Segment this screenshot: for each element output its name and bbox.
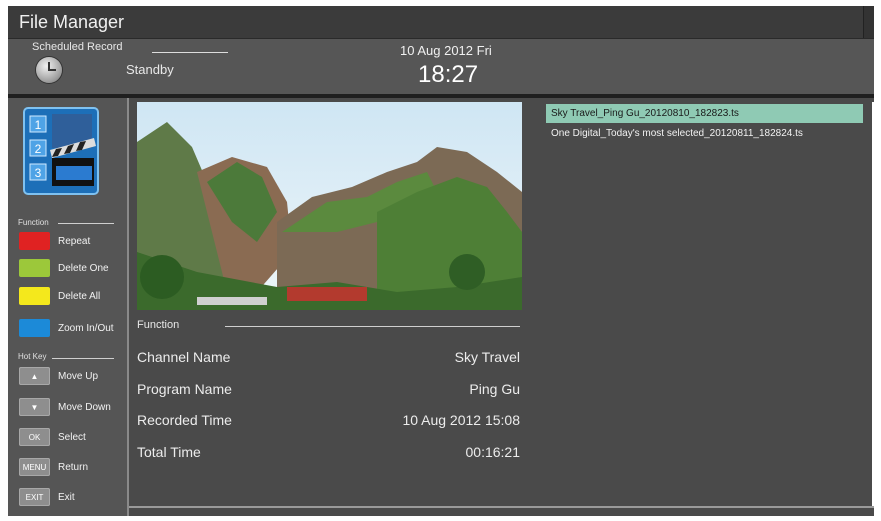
yellow-key-icon (19, 287, 50, 305)
zoom-in-out-button[interactable]: Zoom In/Out (19, 318, 114, 338)
videos-clapper-icon: 1 2 3 (23, 107, 99, 195)
exit-label: Exit (58, 491, 75, 503)
delete-all-button[interactable]: Delete All (19, 286, 100, 306)
svg-text:2: 2 (35, 142, 42, 156)
repeat-label: Repeat (58, 235, 91, 247)
channel-name-value: Sky Travel (454, 349, 520, 365)
details-function-label: Function (137, 319, 180, 331)
title-bar: File Manager (8, 6, 874, 39)
blue-key-icon (19, 319, 50, 337)
move-down-button[interactable]: ▼ Move Down (19, 397, 111, 417)
down-arrow-icon: ▼ (19, 398, 50, 416)
main-panel: Function Channel Name Sky Travel Program… (129, 98, 874, 516)
standby-status: Standby (126, 62, 174, 77)
scheduled-record-label: Scheduled Record (32, 41, 123, 53)
window-title: File Manager (19, 12, 125, 32)
svg-text:3: 3 (35, 166, 42, 180)
select-button[interactable]: OK Select (19, 427, 86, 447)
details-function-divider (225, 326, 520, 327)
recorded-time-key: Recorded Time (137, 412, 232, 428)
current-date: 10 Aug 2012 Fri (400, 43, 492, 58)
file-list: Sky Travel_Ping Gu_20120810_182823.ts On… (546, 104, 863, 506)
file-list-scrollbar[interactable] (872, 102, 874, 508)
program-name-value: Ping Gu (469, 381, 520, 397)
exit-key: EXIT (19, 488, 50, 506)
sidebar: 1 2 3 Function Repeat Delete One Delete … (8, 98, 129, 516)
clock-icon (36, 57, 62, 83)
menu-key: MENU (19, 458, 50, 476)
header-panel: Scheduled Record Standby 10 Aug 2012 Fri… (8, 39, 874, 94)
total-time-key: Total Time (137, 444, 201, 460)
svg-text:1: 1 (35, 118, 42, 132)
move-down-label: Move Down (58, 401, 111, 413)
current-time: 18:27 (418, 61, 479, 88)
up-arrow-icon: ▲ (19, 367, 50, 385)
delete-all-label: Delete All (58, 290, 101, 302)
select-label: Select (58, 431, 86, 443)
red-key-icon (19, 232, 50, 250)
hotkey-section-label: Hot Key (18, 352, 47, 361)
exit-button[interactable]: EXIT Exit (19, 487, 75, 507)
move-up-button[interactable]: ▲ Move Up (19, 366, 98, 386)
recorded-time-value: 10 Aug 2012 15:08 (402, 412, 520, 428)
delete-one-label: Delete One (58, 262, 109, 274)
function-section-label: Function (18, 218, 49, 227)
return-label: Return (58, 461, 89, 473)
function-section-divider (58, 223, 114, 224)
program-name-key: Program Name (137, 381, 232, 397)
return-button[interactable]: MENU Return (19, 457, 88, 477)
video-preview-image (137, 102, 522, 310)
zoom-in-out-label: Zoom In/Out (58, 322, 114, 334)
file-manager-window: File Manager Scheduled Record Standby 10… (8, 6, 874, 516)
file-list-item[interactable]: One Digital_Today's most selected_201208… (546, 124, 863, 143)
total-time-value: 00:16:21 (465, 444, 521, 460)
scheduled-record-divider (152, 52, 228, 53)
delete-one-button[interactable]: Delete One (19, 258, 109, 278)
ok-key: OK (19, 428, 50, 446)
repeat-button[interactable]: Repeat (19, 231, 90, 251)
main-bottom-border (129, 506, 874, 508)
program-name-row: Program Name Ping Gu (137, 381, 520, 401)
green-key-icon (19, 259, 50, 277)
channel-name-row: Channel Name Sky Travel (137, 349, 520, 369)
total-time-row: Total Time 00:16:21 (137, 444, 520, 464)
recorded-time-row: Recorded Time 10 Aug 2012 15:08 (137, 412, 520, 432)
move-up-label: Move Up (58, 370, 99, 382)
hotkey-section-divider (52, 358, 114, 359)
channel-name-key: Channel Name (137, 349, 231, 365)
file-list-item[interactable]: Sky Travel_Ping Gu_20120810_182823.ts (546, 104, 863, 123)
title-bar-end (863, 6, 874, 38)
